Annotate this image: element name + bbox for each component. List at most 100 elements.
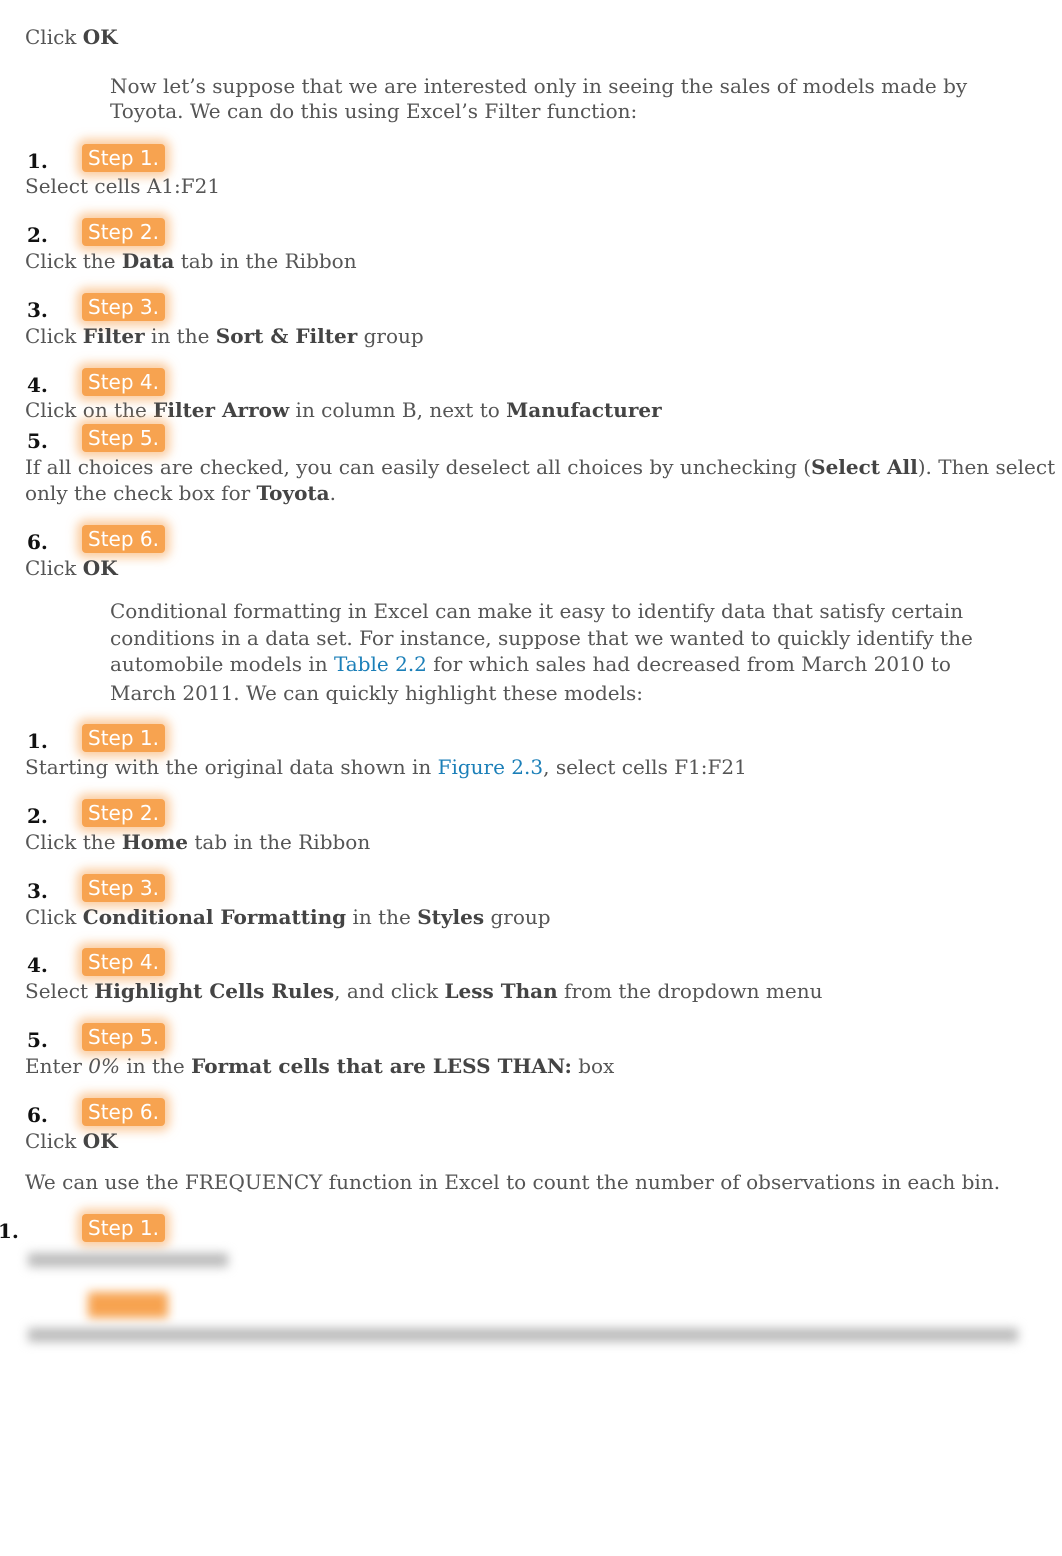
blurred-text xyxy=(28,1253,228,1267)
text-segment: Select xyxy=(25,979,95,1003)
step-badge: Step 4. xyxy=(82,948,165,976)
bold-text: Select All xyxy=(811,455,918,479)
text-line: only the check box for Toyota. xyxy=(25,480,336,506)
step-number: 6. xyxy=(27,1103,48,1127)
text-segment: box xyxy=(571,1054,615,1078)
cross-reference-link[interactable]: Figure 2.3 xyxy=(438,755,544,779)
text-segment: Now let’s suppose that we are interested… xyxy=(110,74,968,98)
text-line: Click on the Filter Arrow in column B, n… xyxy=(25,397,662,423)
text-line: Click Filter in the Sort & Filter group xyxy=(25,323,424,349)
step-badge: Step 5. xyxy=(82,424,165,452)
text-line: Click OK xyxy=(25,24,118,50)
text-line: Select cells A1:F21 xyxy=(25,173,220,199)
text-line: Now let’s suppose that we are interested… xyxy=(110,73,967,99)
step-badge: Step 3. xyxy=(82,874,165,902)
text-segment: group xyxy=(484,905,551,929)
step-badge: Step 5. xyxy=(82,1023,165,1051)
bold-text: Styles xyxy=(417,905,485,929)
text-segment: March 2011. We can quickly highlight the… xyxy=(110,681,644,705)
cross-reference-link[interactable]: Table 2.2 xyxy=(334,652,427,676)
bold-text: OK xyxy=(82,556,118,580)
text-segment: conditions in a data set. For instance, … xyxy=(110,626,973,650)
text-line: Toyota. We can do this using Excel’s Fil… xyxy=(110,98,637,124)
text-segment: automobile models in xyxy=(110,652,334,676)
text-segment: We can use the FREQUENCY function in Exc… xyxy=(25,1170,1001,1194)
bold-text: Highlight Cells Rules xyxy=(94,979,335,1003)
step-number: 3. xyxy=(27,298,48,322)
text-segment: in the xyxy=(346,905,418,929)
text-segment: ). Then select xyxy=(917,455,1056,479)
bold-text: Data xyxy=(121,249,175,273)
text-line: Click OK xyxy=(25,555,118,581)
step-badge: Step 1. xyxy=(82,1214,165,1242)
step-number: 1. xyxy=(27,729,48,753)
text-segment: tab in the Ribbon xyxy=(174,249,357,273)
text-line: automobile models in Table 2.2 for which… xyxy=(110,651,951,677)
text-line: March 2011. We can quickly highlight the… xyxy=(110,680,643,706)
bold-text: Format cells that are LESS THAN: xyxy=(191,1054,572,1078)
step-badge: Step 2. xyxy=(82,218,165,246)
bold-text: Conditional Formatting xyxy=(82,905,347,929)
bold-text: OK xyxy=(82,1129,118,1153)
text-segment: in column B, next to xyxy=(289,398,507,422)
blurred-text xyxy=(28,1328,1018,1342)
bold-text: Manufacturer xyxy=(506,398,662,422)
text-segment: , and click xyxy=(334,979,445,1003)
bold-text: Sort & Filter xyxy=(215,324,358,348)
step-badge: Step 4. xyxy=(82,368,165,396)
text-segment: Select cells A1:F21 xyxy=(25,174,221,198)
step-badge: Step 6. xyxy=(82,1098,165,1126)
step-number: 1. xyxy=(0,1219,19,1243)
step-number: 3. xyxy=(27,879,48,903)
text-segment: for which sales had decreased from March… xyxy=(426,652,951,676)
bold-text: Toyota xyxy=(256,481,330,505)
text-segment: If all choices are checked, you can easi… xyxy=(25,455,812,479)
text-line: Enter 0% in the Format cells that are LE… xyxy=(25,1053,614,1079)
step-number: 2. xyxy=(27,804,48,828)
text-line: We can use the FREQUENCY function in Exc… xyxy=(25,1169,1000,1195)
text-line: Select Highlight Cells Rules, and click … xyxy=(25,978,822,1004)
bold-text: Filter xyxy=(82,324,145,348)
text-segment: Enter xyxy=(25,1054,89,1078)
text-segment: Click xyxy=(25,25,83,49)
text-segment: , select cells F1:F21 xyxy=(543,755,747,779)
bold-text: Less Than xyxy=(444,979,558,1003)
step-badge: Step 2. xyxy=(82,799,165,827)
step-badge: Step 3. xyxy=(82,293,165,321)
text-segment: . xyxy=(329,481,336,505)
step-badge: Step 1. xyxy=(82,724,165,752)
step-number: 2. xyxy=(27,223,48,247)
text-line: Click the Home tab in the Ribbon xyxy=(25,829,370,855)
text-segment: Conditional formatting in Excel can make… xyxy=(110,599,964,623)
step-number: 4. xyxy=(27,953,48,977)
text-line: Click the Data tab in the Ribbon xyxy=(25,248,357,274)
text-segment: from the dropdown menu xyxy=(557,979,823,1003)
text-segment: Click xyxy=(25,1129,83,1153)
step-number: 4. xyxy=(27,373,48,397)
step-badge: Step 1. xyxy=(82,144,165,172)
blurred-step-badge xyxy=(88,1292,168,1318)
text-segment: Click the xyxy=(25,249,122,273)
text-line: Conditional formatting in Excel can make… xyxy=(110,598,963,624)
text-line: Click Conditional Formatting in the Styl… xyxy=(25,904,551,930)
text-line: If all choices are checked, you can easi… xyxy=(25,454,1055,480)
text-segment: 0% xyxy=(88,1054,121,1078)
text-segment: tab in the Ribbon xyxy=(188,830,371,854)
bold-text: Filter Arrow xyxy=(153,398,290,422)
text-segment: Click xyxy=(25,556,83,580)
text-line: Starting with the original data shown in… xyxy=(25,754,747,780)
step-number: 5. xyxy=(27,1028,48,1052)
step-number: 5. xyxy=(27,429,48,453)
bold-text: Home xyxy=(121,830,189,854)
text-segment: Click on the xyxy=(25,398,154,422)
text-segment: in the xyxy=(144,324,216,348)
text-segment: in the xyxy=(120,1054,192,1078)
text-segment: Toyota. We can do this using Excel’s Fil… xyxy=(110,99,638,123)
text-segment: Click xyxy=(25,324,83,348)
bold-text: OK xyxy=(82,25,118,49)
text-segment: Starting with the original data shown in xyxy=(25,755,438,779)
step-badge: Step 6. xyxy=(82,525,165,553)
text-line: conditions in a data set. For instance, … xyxy=(110,625,973,651)
text-segment: Click xyxy=(25,905,83,929)
text-line: Click OK xyxy=(25,1128,118,1154)
